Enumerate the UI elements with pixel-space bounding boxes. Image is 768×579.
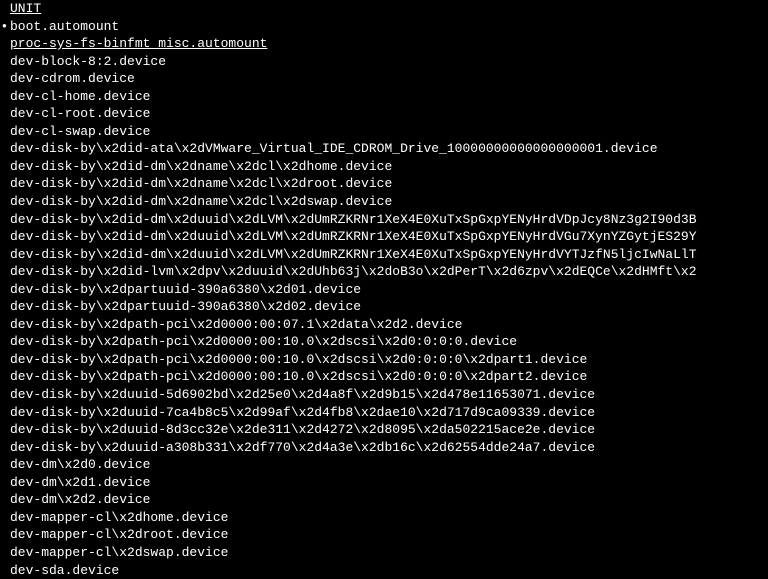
unit-name: dev-disk-by\x2duuid-7ca4b8c5\x2d99af\x2d…	[10, 405, 595, 420]
unit-row[interactable]: dev-dm\x2d0.device	[0, 456, 768, 474]
unit-row[interactable]: dev-disk-by\x2did-dm\x2duuid\x2dLVM\x2dU…	[0, 246, 768, 264]
unit-name: dev-dm\x2d0.device	[10, 457, 150, 472]
unit-row[interactable]: dev-disk-by\x2dpath-pci\x2d0000:00:10.0\…	[0, 351, 768, 369]
unit-row[interactable]: dev-disk-by\x2did-dm\x2dname\x2dcl\x2dsw…	[0, 193, 768, 211]
unit-list-container: UNIT boot.automount proc-sys-fs-binfmt_mi…	[0, 0, 768, 579]
unit-name: dev-disk-by\x2did-dm\x2dname\x2dcl\x2dsw…	[10, 194, 392, 209]
unit-row[interactable]: dev-cl-root.device	[0, 105, 768, 123]
unit-name: dev-disk-by\x2did-ata\x2dVMware_Virtual_…	[10, 141, 658, 156]
unit-name: dev-block-8:2.device	[10, 54, 166, 69]
unit-row[interactable]: dev-dm\x2d2.device	[0, 491, 768, 509]
unit-name: dev-mapper-cl\x2dhome.device	[10, 510, 228, 525]
unit-rows: boot.automount proc-sys-fs-binfmt_misc.au…	[0, 18, 768, 579]
unit-row[interactable]: dev-disk-by\x2did-dm\x2duuid\x2dLVM\x2dU…	[0, 228, 768, 246]
unit-row[interactable]: dev-dm\x2d1.device	[0, 474, 768, 492]
unit-row[interactable]: dev-disk-by\x2dpartuuid-390a6380\x2d01.d…	[0, 281, 768, 299]
unit-name: dev-disk-by\x2did-dm\x2dname\x2dcl\x2dho…	[10, 159, 392, 174]
unit-name: dev-sda.device	[10, 563, 119, 578]
unit-row[interactable]: dev-mapper-cl\x2droot.device	[0, 526, 768, 544]
unit-row[interactable]: dev-cl-swap.device	[0, 123, 768, 141]
unit-row[interactable]: dev-disk-by\x2duuid-a308b331\x2df770\x2d…	[0, 439, 768, 457]
unit-row[interactable]: dev-disk-by\x2did-dm\x2duuid\x2dLVM\x2dU…	[0, 211, 768, 229]
unit-name: dev-disk-by\x2dpath-pci\x2d0000:00:07.1\…	[10, 317, 462, 332]
unit-row[interactable]: dev-disk-by\x2did-lvm\x2dpv\x2duuid\x2dU…	[0, 263, 768, 281]
unit-name: dev-disk-by\x2dpath-pci\x2d0000:00:10.0\…	[10, 369, 587, 384]
unit-row[interactable]: boot.automount	[0, 18, 768, 36]
unit-row[interactable]: dev-disk-by\x2did-ata\x2dVMware_Virtual_…	[0, 140, 768, 158]
unit-name: dev-disk-by\x2duuid-a308b331\x2df770\x2d…	[10, 440, 595, 455]
unit-name: boot.automount	[10, 19, 119, 34]
unit-name: dev-disk-by\x2did-dm\x2duuid\x2dLVM\x2dU…	[10, 247, 697, 262]
unit-name: dev-disk-by\x2dpartuuid-390a6380\x2d01.d…	[10, 282, 361, 297]
unit-row[interactable]: proc-sys-fs-binfmt_misc.automount	[0, 35, 768, 53]
unit-row[interactable]: dev-disk-by\x2dpath-pci\x2d0000:00:10.0\…	[0, 333, 768, 351]
unit-name: dev-mapper-cl\x2dswap.device	[10, 545, 228, 560]
unit-name: dev-dm\x2d2.device	[10, 492, 150, 507]
unit-row[interactable]: dev-disk-by\x2did-dm\x2dname\x2dcl\x2dro…	[0, 175, 768, 193]
unit-row[interactable]: dev-cl-home.device	[0, 88, 768, 106]
unit-name: dev-mapper-cl\x2droot.device	[10, 527, 228, 542]
unit-row[interactable]: dev-mapper-cl\x2dhome.device	[0, 509, 768, 527]
unit-name: dev-cl-root.device	[10, 106, 150, 121]
unit-row[interactable]: dev-sda.device	[0, 562, 768, 579]
unit-name: dev-cl-swap.device	[10, 124, 150, 139]
unit-row[interactable]: dev-cdrom.device	[0, 70, 768, 88]
unit-row[interactable]: dev-disk-by\x2duuid-7ca4b8c5\x2d99af\x2d…	[0, 404, 768, 422]
unit-name: dev-cl-home.device	[10, 89, 150, 104]
unit-name: dev-disk-by\x2duuid-8d3cc32e\x2de311\x2d…	[10, 422, 595, 437]
unit-row[interactable]: dev-disk-by\x2duuid-5d6902bd\x2d25e0\x2d…	[0, 386, 768, 404]
unit-name: dev-disk-by\x2did-dm\x2duuid\x2dLVM\x2dU…	[10, 212, 697, 227]
unit-name: dev-disk-by\x2dpartuuid-390a6380\x2d02.d…	[10, 299, 361, 314]
unit-row[interactable]: dev-block-8:2.device	[0, 53, 768, 71]
unit-row[interactable]: dev-disk-by\x2duuid-8d3cc32e\x2de311\x2d…	[0, 421, 768, 439]
unit-row[interactable]: dev-disk-by\x2dpartuuid-390a6380\x2d02.d…	[0, 298, 768, 316]
unit-name: dev-disk-by\x2did-dm\x2dname\x2dcl\x2dro…	[10, 176, 392, 191]
unit-name: dev-disk-by\x2dpath-pci\x2d0000:00:10.0\…	[10, 352, 587, 367]
unit-name: dev-dm\x2d1.device	[10, 475, 150, 490]
unit-row[interactable]: dev-disk-by\x2did-dm\x2dname\x2dcl\x2dho…	[0, 158, 768, 176]
unit-name: dev-disk-by\x2did-lvm\x2dpv\x2duuid\x2dU…	[10, 264, 697, 279]
column-header: UNIT	[0, 0, 768, 18]
unit-row[interactable]: dev-mapper-cl\x2dswap.device	[0, 544, 768, 562]
unit-name: dev-disk-by\x2did-dm\x2duuid\x2dLVM\x2dU…	[10, 229, 697, 244]
unit-name: dev-disk-by\x2dpath-pci\x2d0000:00:10.0\…	[10, 334, 517, 349]
unit-row[interactable]: dev-disk-by\x2dpath-pci\x2d0000:00:07.1\…	[0, 316, 768, 334]
unit-name: dev-disk-by\x2duuid-5d6902bd\x2d25e0\x2d…	[10, 387, 595, 402]
unit-name: proc-sys-fs-binfmt_misc.automount	[10, 36, 267, 51]
unit-row[interactable]: dev-disk-by\x2dpath-pci\x2d0000:00:10.0\…	[0, 368, 768, 386]
unit-name: dev-cdrom.device	[10, 71, 135, 86]
